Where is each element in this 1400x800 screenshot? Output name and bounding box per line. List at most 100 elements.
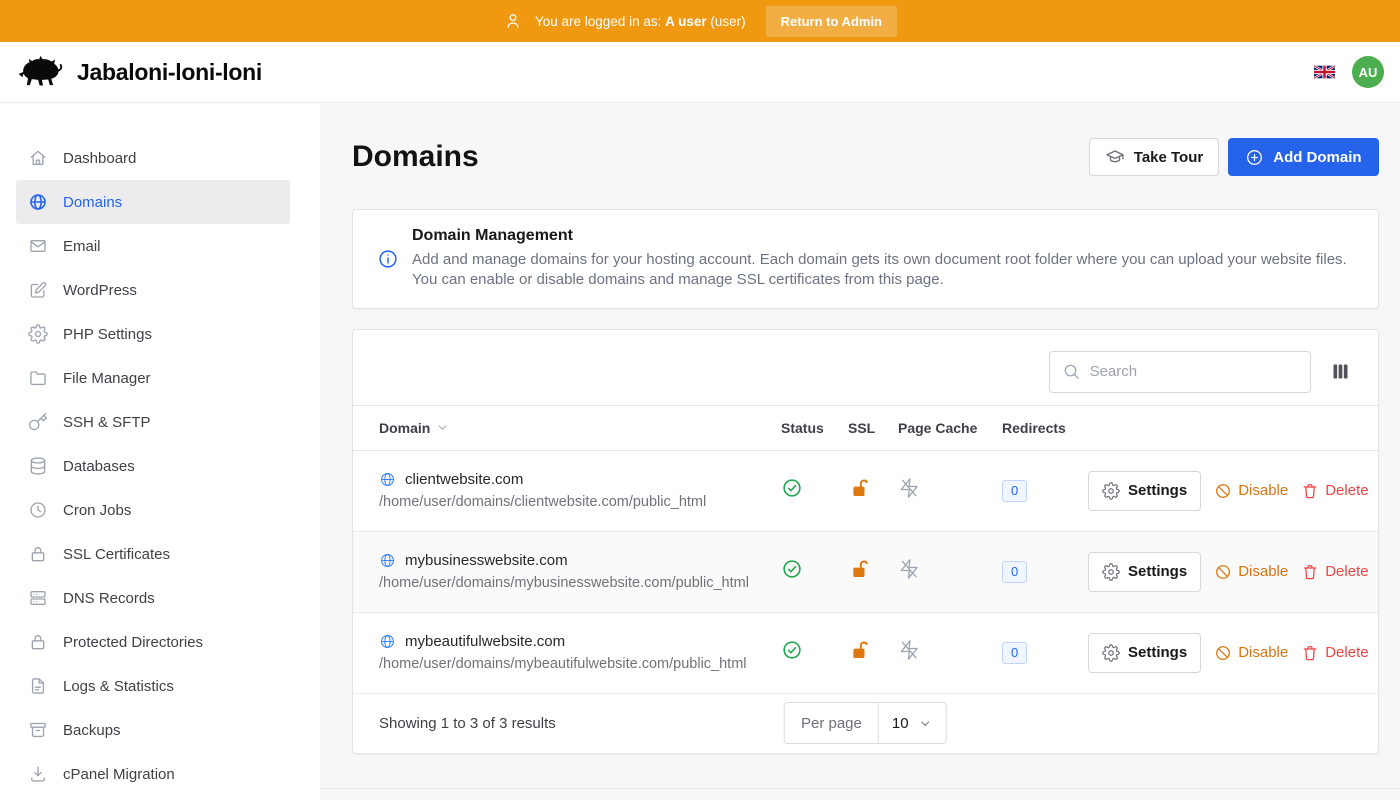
domain-cell: mybusinesswebsite.com /home/user/domains… xyxy=(379,552,781,591)
page-cache-off-icon xyxy=(898,558,920,580)
sidebar-item-domains[interactable]: Domains xyxy=(16,180,290,224)
sidebar-item-dns-records[interactable]: DNS Records xyxy=(16,576,290,620)
search-input[interactable] xyxy=(1090,363,1298,380)
delete-button[interactable]: Delete xyxy=(1301,482,1368,500)
redirects-count-badge: 0 xyxy=(1002,480,1027,502)
archive-box-icon xyxy=(28,720,48,740)
user-icon xyxy=(503,11,523,31)
chevron-down-icon xyxy=(918,716,933,731)
sidebar-item-cpanel-migration[interactable]: cPanel Migration xyxy=(16,752,290,796)
status-check-circle-icon xyxy=(781,639,803,661)
sidebar-item-ssh-sftp[interactable]: SSH & SFTP xyxy=(16,400,290,444)
banner-user-name: A user xyxy=(665,14,707,29)
key-icon xyxy=(28,412,48,432)
globe-icon xyxy=(379,633,396,650)
lock-icon xyxy=(28,632,48,652)
column-header-ssl: SSL xyxy=(848,420,898,436)
info-card-title: Domain Management xyxy=(412,227,1354,245)
sidebar-item-wordpress[interactable]: WordPress xyxy=(16,268,290,312)
domain-name: clientwebsite.com xyxy=(405,471,523,488)
per-page-label: Per page xyxy=(785,703,879,743)
domain-path: /home/user/domains/mybeautifulwebsite.co… xyxy=(379,656,781,672)
main-content: Domains Take Tour Add Domain Domain Mana… xyxy=(320,103,1400,800)
brand-title: Jabaloni-loni-loni xyxy=(77,59,262,86)
status-check-circle-icon xyxy=(781,558,803,580)
table-row: clientwebsite.com /home/user/domains/cli… xyxy=(353,451,1378,532)
ssl-unlocked-icon xyxy=(848,558,871,581)
domain-name: mybeautifulwebsite.com xyxy=(405,633,565,650)
domain-path: /home/user/domains/mybusinesswebsite.com… xyxy=(379,575,781,591)
delete-button[interactable]: Delete xyxy=(1301,563,1368,581)
domain-management-info-card: Domain Management Add and manage domains… xyxy=(352,209,1379,309)
app-header: Jabaloni-loni-loni AU xyxy=(0,42,1400,103)
folder-icon xyxy=(28,368,48,388)
sidebar-item-databases[interactable]: Databases xyxy=(16,444,290,488)
sidebar-item-file-manager[interactable]: File Manager xyxy=(16,356,290,400)
table-row: mybusinesswebsite.com /home/user/domains… xyxy=(353,532,1378,613)
sidebar: Dashboard Domains Email WordPress PHP Se… xyxy=(0,103,320,800)
settings-button[interactable]: Settings xyxy=(1088,552,1201,592)
gear-icon xyxy=(1102,563,1120,581)
boar-logo-icon xyxy=(16,54,64,90)
banner-user-role: (user) xyxy=(710,14,745,29)
sidebar-item-ssl-certificates[interactable]: SSL Certificates xyxy=(16,532,290,576)
edit-pencil-icon xyxy=(28,280,48,300)
brand: Jabaloni-loni-loni xyxy=(16,54,262,90)
banner-message: You are logged in as: A user (user) xyxy=(535,14,746,29)
download-icon xyxy=(28,764,48,784)
gear-icon xyxy=(28,324,48,344)
globe-icon xyxy=(379,552,396,569)
ban-icon xyxy=(1214,482,1232,500)
column-header-domain[interactable]: Domain xyxy=(379,420,781,436)
sidebar-item-logs-statistics[interactable]: Logs & Statistics xyxy=(16,664,290,708)
add-domain-button[interactable]: Add Domain xyxy=(1228,138,1378,176)
search-icon xyxy=(1062,362,1081,381)
sidebar-item-cron-jobs[interactable]: Cron Jobs xyxy=(16,488,290,532)
per-page-select[interactable]: 10 xyxy=(879,703,946,743)
info-card-description: Add and manage domains for your hosting … xyxy=(412,250,1347,291)
sidebar-item-protected-directories[interactable]: Protected Directories xyxy=(16,620,290,664)
sidebar-item-backups[interactable]: Backups xyxy=(16,708,290,752)
database-icon xyxy=(28,456,48,476)
column-header-page-cache: Page Cache xyxy=(898,420,1002,436)
search-box xyxy=(1049,351,1311,393)
gear-icon xyxy=(1102,482,1120,500)
page-title: Domains xyxy=(352,140,479,174)
status-check-circle-icon xyxy=(781,477,803,499)
settings-button[interactable]: Settings xyxy=(1088,633,1201,673)
page-cache-off-icon xyxy=(898,639,920,661)
trash-icon xyxy=(1301,482,1319,500)
ban-icon xyxy=(1214,644,1232,662)
disable-button[interactable]: Disable xyxy=(1214,482,1288,500)
avatar[interactable]: AU xyxy=(1352,56,1384,88)
columns-icon xyxy=(1330,361,1351,382)
sidebar-item-php-settings[interactable]: PHP Settings xyxy=(16,312,290,356)
document-icon xyxy=(28,676,48,696)
info-icon xyxy=(377,248,399,270)
delete-button[interactable]: Delete xyxy=(1301,644,1368,662)
mail-icon xyxy=(28,236,48,256)
results-summary: Showing 1 to 3 of 3 results xyxy=(379,715,556,732)
per-page-control: Per page 10 xyxy=(784,702,947,744)
plus-circle-icon xyxy=(1245,148,1264,167)
disable-button[interactable]: Disable xyxy=(1214,563,1288,581)
ban-icon xyxy=(1214,563,1232,581)
settings-button[interactable]: Settings xyxy=(1088,471,1201,511)
sort-chevron-down-icon xyxy=(435,420,450,435)
sidebar-item-email[interactable]: Email xyxy=(16,224,290,268)
disable-button[interactable]: Disable xyxy=(1214,644,1288,662)
server-icon xyxy=(28,588,48,608)
sidebar-item-dashboard[interactable]: Dashboard xyxy=(16,136,290,180)
column-header-redirects: Redirects xyxy=(1002,420,1088,436)
clock-icon xyxy=(28,500,48,520)
uk-flag-icon[interactable] xyxy=(1314,65,1335,79)
table-footer: Showing 1 to 3 of 3 results Per page 10 xyxy=(353,694,1378,753)
take-tour-button[interactable]: Take Tour xyxy=(1089,138,1219,176)
column-header-status: Status xyxy=(781,420,848,436)
page-footer-divider xyxy=(320,788,1400,789)
domain-path: /home/user/domains/clientwebsite.com/pub… xyxy=(379,494,781,510)
domain-cell: mybeautifulwebsite.com /home/user/domain… xyxy=(379,633,781,672)
column-settings-button[interactable] xyxy=(1330,361,1351,382)
return-to-admin-button[interactable]: Return to Admin xyxy=(766,6,897,37)
trash-icon xyxy=(1301,563,1319,581)
